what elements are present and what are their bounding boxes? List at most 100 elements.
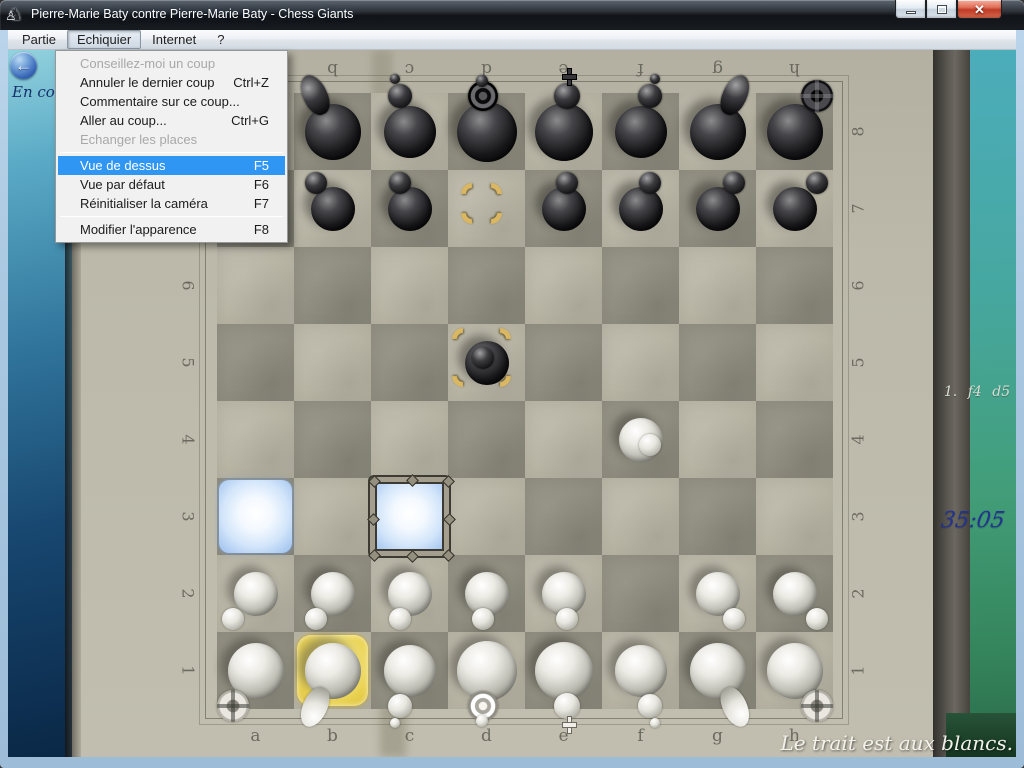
rank-label-left-4: 4 bbox=[150, 431, 227, 449]
file-label-bottom-f: f bbox=[602, 726, 679, 746]
title-bar[interactable]: ♙♞ Pierre-Marie Baty contre Pierre-Marie… bbox=[0, 0, 1024, 30]
piece-tip bbox=[390, 74, 400, 84]
piece-head bbox=[388, 694, 412, 718]
piece-base bbox=[535, 103, 593, 161]
piece-base bbox=[615, 645, 667, 697]
piece-head bbox=[801, 690, 833, 722]
square-c6[interactable] bbox=[371, 247, 448, 324]
square-d6[interactable] bbox=[448, 247, 525, 324]
file-label-bottom-c: c bbox=[371, 726, 448, 746]
square-e4[interactable] bbox=[525, 401, 602, 478]
game-clock: 35:05 bbox=[930, 508, 1016, 533]
menu-item-label: Annuler le dernier coup bbox=[80, 73, 214, 92]
square-f5[interactable] bbox=[602, 324, 679, 401]
menu-item-2[interactable]: Commentaire sur ce coup... bbox=[58, 92, 285, 111]
piece-head bbox=[217, 690, 249, 722]
piece-head bbox=[222, 608, 244, 630]
piece-tip bbox=[390, 718, 400, 728]
square-a6[interactable] bbox=[217, 247, 294, 324]
turn-indicator: Le trait est aux blancs. bbox=[780, 731, 1013, 755]
piece-head bbox=[806, 608, 828, 630]
rank-label-right-1: 1 bbox=[820, 662, 897, 680]
echiquier-menu: Conseillez-moi un coupAnnuler le dernier… bbox=[55, 50, 288, 243]
square-g6[interactable] bbox=[679, 247, 756, 324]
menu-item-7[interactable]: Vue par défautF6 bbox=[58, 175, 285, 194]
menu-item-shortcut: F5 bbox=[254, 156, 269, 175]
close-button[interactable]: ✕ bbox=[957, 0, 1002, 19]
piece-head bbox=[389, 608, 411, 630]
rank-label-right-4: 4 bbox=[820, 431, 897, 449]
back-button[interactable]: ← bbox=[10, 52, 37, 79]
square-f3[interactable] bbox=[602, 478, 679, 555]
menu-item-label: Vue de dessus bbox=[80, 156, 166, 175]
square-b5[interactable] bbox=[294, 324, 371, 401]
menubar-item-echiquier[interactable]: Echiquier bbox=[67, 30, 141, 49]
move-list: 1. f4 d5 bbox=[940, 384, 1014, 400]
table-right-edge bbox=[933, 50, 973, 757]
menu-separator bbox=[60, 216, 283, 217]
menu-item-label: Conseillez-moi un coup bbox=[80, 54, 215, 73]
file-label-bottom-d: d bbox=[448, 726, 525, 746]
square-a4[interactable] bbox=[217, 401, 294, 478]
rank-label-right-2: 2 bbox=[820, 585, 897, 603]
square-a5[interactable] bbox=[217, 324, 294, 401]
menu-item-label: Commentaire sur ce coup... bbox=[80, 92, 240, 111]
menu-item-label: Réinitialiser la caméra bbox=[80, 194, 208, 213]
square-b4[interactable] bbox=[294, 401, 371, 478]
frame-ornament-icon bbox=[367, 513, 380, 526]
square-b6[interactable] bbox=[294, 247, 371, 324]
rank-label-right-5: 5 bbox=[820, 354, 897, 372]
menu-item-3[interactable]: Aller au coup...Ctrl+G bbox=[58, 111, 285, 130]
menubar-item-?[interactable]: ? bbox=[207, 30, 234, 49]
piece-head bbox=[723, 608, 745, 630]
menu-item-4: Echanger les places bbox=[58, 130, 285, 149]
piece-head bbox=[639, 434, 661, 456]
file-label-bottom-e: e bbox=[525, 726, 602, 746]
piece-base bbox=[615, 106, 667, 158]
close-icon: ✕ bbox=[974, 1, 985, 18]
minimize-button[interactable] bbox=[895, 0, 926, 19]
square-e6[interactable] bbox=[525, 247, 602, 324]
piece-head bbox=[305, 608, 327, 630]
menubar-item-partie[interactable]: Partie bbox=[12, 30, 66, 49]
minimize-icon bbox=[906, 11, 916, 14]
square-d4[interactable] bbox=[448, 401, 525, 478]
file-label-bottom-b: b bbox=[294, 726, 371, 746]
square-g3[interactable] bbox=[679, 478, 756, 555]
menu-item-label: Modifier l'apparence bbox=[80, 220, 197, 239]
file-label-top-h: h bbox=[756, 59, 833, 79]
menu-item-8[interactable]: Réinitialiser la caméraF7 bbox=[58, 194, 285, 213]
square-d3[interactable] bbox=[448, 478, 525, 555]
square-g4[interactable] bbox=[679, 401, 756, 478]
menu-item-1[interactable]: Annuler le dernier coup Ctrl+Z bbox=[58, 73, 285, 92]
menu-item-shortcut: Ctrl+Z bbox=[233, 73, 269, 92]
chess-pawn-icon: ♙ bbox=[5, 5, 17, 27]
square-f6[interactable] bbox=[602, 247, 679, 324]
menu-item-shortcut: F6 bbox=[254, 175, 269, 194]
file-label-bottom-a: a bbox=[217, 726, 294, 746]
rank-label-right-8: 8 bbox=[820, 123, 897, 141]
piece-base bbox=[535, 642, 593, 700]
piece-head bbox=[554, 693, 580, 719]
maximize-button[interactable] bbox=[926, 0, 957, 19]
menu-item-6[interactable]: Vue de dessus F5 bbox=[58, 156, 285, 175]
piece-head bbox=[556, 608, 578, 630]
square-b3[interactable] bbox=[294, 478, 371, 555]
piece-head bbox=[472, 347, 494, 369]
menubar-item-internet[interactable]: Internet bbox=[142, 30, 206, 49]
file-label-top-d: d bbox=[448, 59, 525, 79]
piece-head bbox=[638, 694, 662, 718]
square-e3[interactable] bbox=[525, 478, 602, 555]
file-label-top-f: f bbox=[602, 59, 679, 79]
menu-item-label: Echanger les places bbox=[80, 130, 197, 149]
maximize-icon bbox=[937, 5, 947, 14]
square-c5[interactable] bbox=[371, 324, 448, 401]
app-window: ♙♞ Pierre-Marie Baty contre Pierre-Marie… bbox=[0, 0, 1024, 768]
menu-item-10[interactable]: Modifier l'apparence F8 bbox=[58, 220, 285, 239]
move-hint-highlight bbox=[219, 480, 292, 553]
square-f2[interactable] bbox=[602, 555, 679, 632]
square-c4[interactable] bbox=[371, 401, 448, 478]
square-e5[interactable] bbox=[525, 324, 602, 401]
square-g5[interactable] bbox=[679, 324, 756, 401]
menu-item-shortcut: F8 bbox=[254, 220, 269, 239]
